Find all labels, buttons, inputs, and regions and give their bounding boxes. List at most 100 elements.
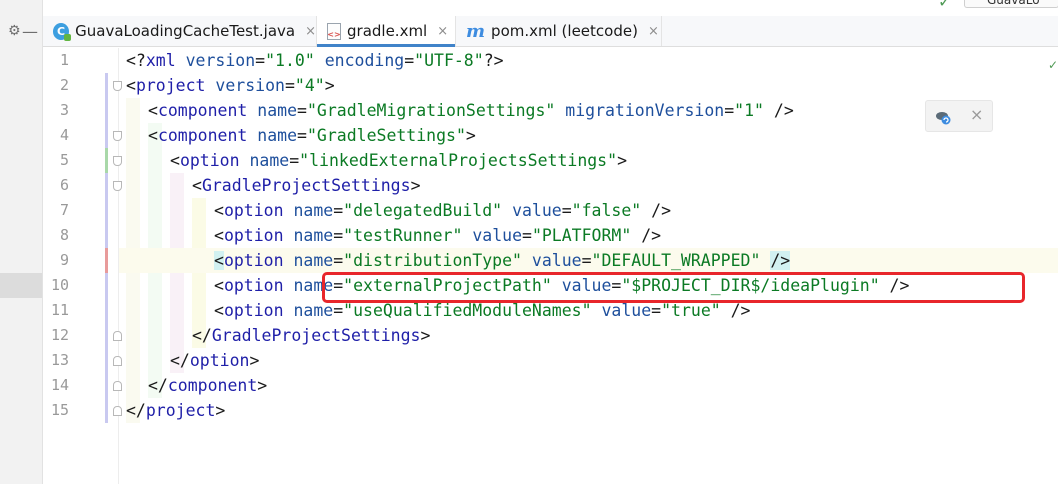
tab-pom-xml[interactable]: m pom.xml (leetcode) × <box>456 16 662 46</box>
code-token: < <box>214 276 224 295</box>
floating-gradle-toolbar: × <box>925 100 993 132</box>
code-line[interactable]: <option name="delegatedBuild" value="fal… <box>119 198 1058 223</box>
code-token: option <box>179 151 240 170</box>
code-token: > <box>465 126 476 145</box>
code-line[interactable]: </project> <box>119 398 1058 423</box>
code-token: < <box>214 301 224 320</box>
close-icon[interactable]: × <box>305 24 316 39</box>
close-icon[interactable]: × <box>648 24 659 39</box>
gradle-reload-icon[interactable] <box>934 108 952 126</box>
code-token: = <box>522 226 532 245</box>
code-token: > <box>617 151 627 170</box>
code-token: = <box>333 301 344 320</box>
line-number: 8 <box>59 226 69 244</box>
code-token: = <box>297 101 307 120</box>
code-line[interactable]: <project version="4"> <box>119 73 1058 98</box>
code-token: /> <box>720 301 751 320</box>
code-line[interactable]: <GradleProjectSettings> <box>119 173 1058 198</box>
code-token: project <box>145 401 216 420</box>
line-number: 13 <box>50 351 69 369</box>
code-text: </option> <box>170 350 259 371</box>
line-number: 3 <box>59 101 69 119</box>
code-line[interactable]: </GradleProjectSettings> <box>119 323 1058 348</box>
code-token: > <box>249 351 260 370</box>
code-editor[interactable]: <?xml version="1.0" encoding="UTF-8"?> <p… <box>119 48 1058 484</box>
line-number: 2 <box>59 76 69 94</box>
code-token: value <box>601 301 652 320</box>
code-token: < <box>214 226 224 245</box>
code-token: = <box>297 126 307 145</box>
code-token: /> <box>770 251 791 270</box>
code-token: > <box>215 401 226 420</box>
code-token: value <box>472 226 522 245</box>
code-line[interactable]: <option name="distributionType" value="D… <box>119 248 1058 273</box>
vcs-added-marker[interactable] <box>105 148 108 173</box>
code-token: </ <box>192 326 212 345</box>
code-token: < <box>126 76 136 95</box>
code-token: name <box>293 201 334 220</box>
xml-file-icon: <> <box>327 22 341 40</box>
hide-icon[interactable]: — <box>22 24 38 40</box>
code-token: option <box>189 351 250 370</box>
code-token: = <box>333 251 344 270</box>
code-token: < <box>192 176 202 195</box>
code-line[interactable]: <option name="linkedExternalProjectsSett… <box>119 148 1058 173</box>
line-number: 15 <box>50 401 69 419</box>
code-token: migrationVersion <box>565 101 725 120</box>
maven-icon: m <box>466 20 486 42</box>
code-token: > <box>420 326 431 345</box>
vcs-modified-marker[interactable] <box>105 248 108 273</box>
check-icon: ✓ <box>938 0 952 11</box>
code-token: "distributionType" <box>343 251 522 270</box>
line-number: 1 <box>59 51 69 69</box>
code-token: option <box>223 226 284 245</box>
code-token: "true" <box>661 301 721 320</box>
code-token: option <box>223 201 284 220</box>
code-token: option <box>223 251 284 270</box>
tab-label: gradle.xml <box>347 22 428 40</box>
code-line[interactable]: <component name="GradleMigrationSettings… <box>119 98 1058 123</box>
code-token: ?> <box>483 51 504 70</box>
tab-label: pom.xml (leetcode) <box>491 22 638 40</box>
tab-gradle-xml[interactable]: <> gradle.xml × <box>317 16 456 47</box>
code-token: name <box>293 301 334 320</box>
code-token: component <box>167 376 258 395</box>
settings-icon[interactable]: ⚙ <box>8 24 21 38</box>
code-line[interactable]: </option> <box>119 348 1058 373</box>
tool-window-strip: ⚙ — <box>0 0 43 484</box>
code-token: "UTF-8" <box>414 51 484 70</box>
tab-label: GuavaLoadingCacheTest.java <box>75 22 296 40</box>
close-icon[interactable]: × <box>970 105 983 124</box>
code-token: = <box>651 301 662 320</box>
code-token: version <box>185 51 256 70</box>
code-token: </ <box>126 401 146 420</box>
code-token: = <box>581 251 592 270</box>
code-line[interactable]: <option name="testRunner" value="PLATFOR… <box>119 223 1058 248</box>
code-token: value <box>512 201 562 220</box>
line-number: 12 <box>50 326 69 344</box>
code-token: /> <box>763 101 794 120</box>
code-text: <option name="linkedExternalProjectsSett… <box>170 150 627 171</box>
code-token: "testRunner" <box>343 226 463 245</box>
tab-guava-loading-cache-test[interactable]: C GuavaLoadingCacheTest.java × <box>43 16 317 46</box>
code-token: "useQualifiedModuleNames" <box>343 301 592 320</box>
code-token: component <box>157 101 248 120</box>
code-token: component <box>157 126 248 145</box>
current-line-marker <box>0 273 42 298</box>
code-text: <component name="GradleMigrationSettings… <box>148 100 794 121</box>
run-configuration-selector[interactable]: GuavaLo <box>964 0 1058 8</box>
code-token: option <box>223 301 284 320</box>
code-line[interactable]: <?xml version="1.0" encoding="UTF-8"?> <box>119 48 1058 73</box>
close-icon[interactable]: × <box>437 24 448 39</box>
code-line[interactable]: <component name="GradleSettings"> <box>119 123 1058 148</box>
code-line[interactable]: </component> <box>119 373 1058 398</box>
code-token: "GradleMigrationSettings" <box>306 101 556 120</box>
